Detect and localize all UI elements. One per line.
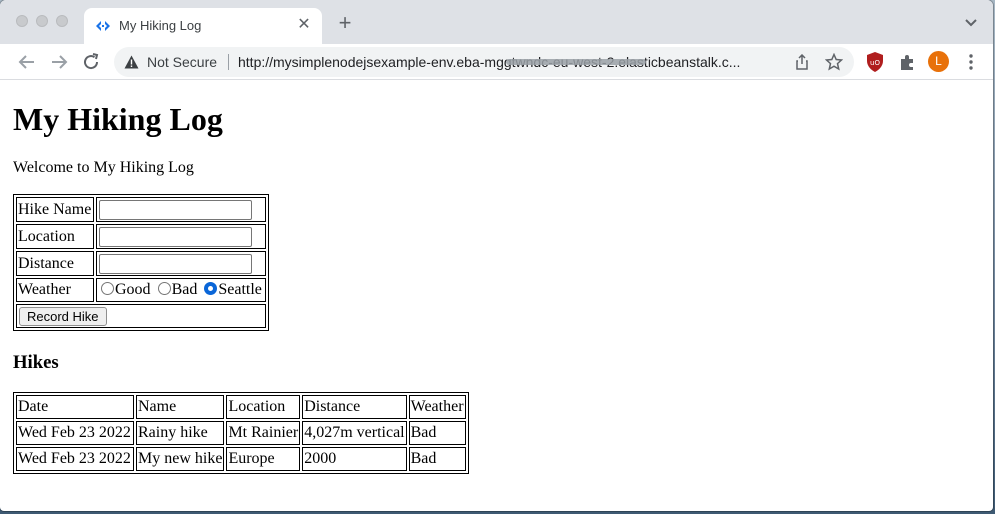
column-header-date: Date [16,395,134,419]
share-icon[interactable] [794,54,810,70]
column-header-location: Location [226,395,301,419]
page-content: My Hiking Log Welcome to My Hiking Log H… [0,81,993,511]
welcome-text: Welcome to My Hiking Log [13,159,194,176]
cell-date: Wed Feb 23 2022 [16,421,134,445]
cell-location: Mt Rainier [226,421,301,445]
cell-distance: 4,027m vertical [302,421,407,445]
cell-date: Wed Feb 23 2022 [16,447,134,471]
weather-seattle-label[interactable]: Seattle [218,281,262,298]
weather-bad-label[interactable]: Bad [172,281,198,298]
weather-good-radio[interactable] [101,282,114,295]
table-header-row: Date Name Location Distance Weather [16,395,466,419]
cell-weather: Bad [408,421,466,445]
form-row-hike-name: Hike Name [16,197,266,222]
location-cell [96,224,266,249]
cell-location: Europe [226,447,301,471]
hikes-heading: Hikes [13,352,59,373]
weather-seattle-radio[interactable] [204,282,218,295]
form-row-weather: Weather Good Bad Seattle [16,278,266,302]
forward-arrow-icon[interactable] [48,51,70,73]
hikes-table: Date Name Location Distance Weather Wed … [13,392,469,474]
form-row-submit: Record Hike [16,304,266,328]
weather-good-label[interactable]: Good [115,281,151,298]
column-header-weather: Weather [408,395,466,419]
form-row-location: Location [16,224,266,249]
form-row-distance: Distance [16,251,266,276]
location-input[interactable] [99,227,252,247]
column-header-distance: Distance [302,395,407,419]
omnibox-divider [228,54,229,70]
more-vert-icon[interactable] [966,53,976,71]
distance-input[interactable] [99,254,252,274]
close-tab-icon[interactable]: ✕ [294,15,314,35]
browser-window: My Hiking Log ✕ + Not Secure http://mysi… [0,0,993,511]
hike-name-cell [96,197,266,222]
cell-distance: 2000 [302,447,407,471]
weather-bad-radio[interactable] [157,282,171,295]
hike-name-label: Hike Name [16,197,94,222]
column-header-name: Name [136,395,225,419]
submit-cell: Record Hike [16,304,266,328]
address-bar[interactable]: Not Secure http://mysimplenodejsexample-… [114,47,854,77]
bookmark-star-icon[interactable] [825,53,843,71]
warning-icon[interactable] [124,55,139,69]
new-tab-button[interactable]: + [334,12,356,34]
tab-title: My Hiking Log [119,18,202,33]
page-title: My Hiking Log [13,101,223,137]
redaction-mark [506,59,646,65]
minimize-window-button[interactable] [36,15,48,27]
location-label: Location [16,224,94,249]
table-row: Wed Feb 23 2022 My new hike Europe 2000 … [16,447,466,471]
reload-icon[interactable] [80,51,102,73]
record-hike-button[interactable]: Record Hike [19,307,107,326]
cell-name: Rainy hike [136,421,225,445]
tab-my-hiking-log[interactable]: My Hiking Log ✕ [84,8,322,44]
cell-weather: Bad [408,447,466,471]
distance-cell [96,251,266,276]
table-row: Wed Feb 23 2022 Rainy hike Mt Rainier 4,… [16,421,466,445]
browser-toolbar: Not Secure http://mysimplenodejsexample-… [0,44,993,80]
svg-text:uO: uO [870,59,880,67]
weather-label: Weather [16,278,94,302]
maximize-window-button[interactable] [56,15,68,27]
profile-avatar[interactable]: L [928,51,949,72]
hike-name-input[interactable] [99,200,252,220]
tab-strip: My Hiking Log ✕ + [0,0,993,44]
distance-label: Distance [16,251,94,276]
weather-options: Good Bad Seattle [96,278,266,302]
ublock-origin-icon[interactable]: uO [866,52,884,72]
elastic-beanstalk-icon [96,21,110,31]
cell-name: My new hike [136,447,225,471]
security-label[interactable]: Not Secure [147,54,217,70]
close-window-button[interactable] [16,15,28,27]
back-arrow-icon[interactable] [16,51,38,73]
chevron-down-icon[interactable] [963,14,979,30]
hike-form: Hike Name Location Distance Weather Good… [13,194,269,331]
extensions-puzzle-icon[interactable] [898,53,916,71]
